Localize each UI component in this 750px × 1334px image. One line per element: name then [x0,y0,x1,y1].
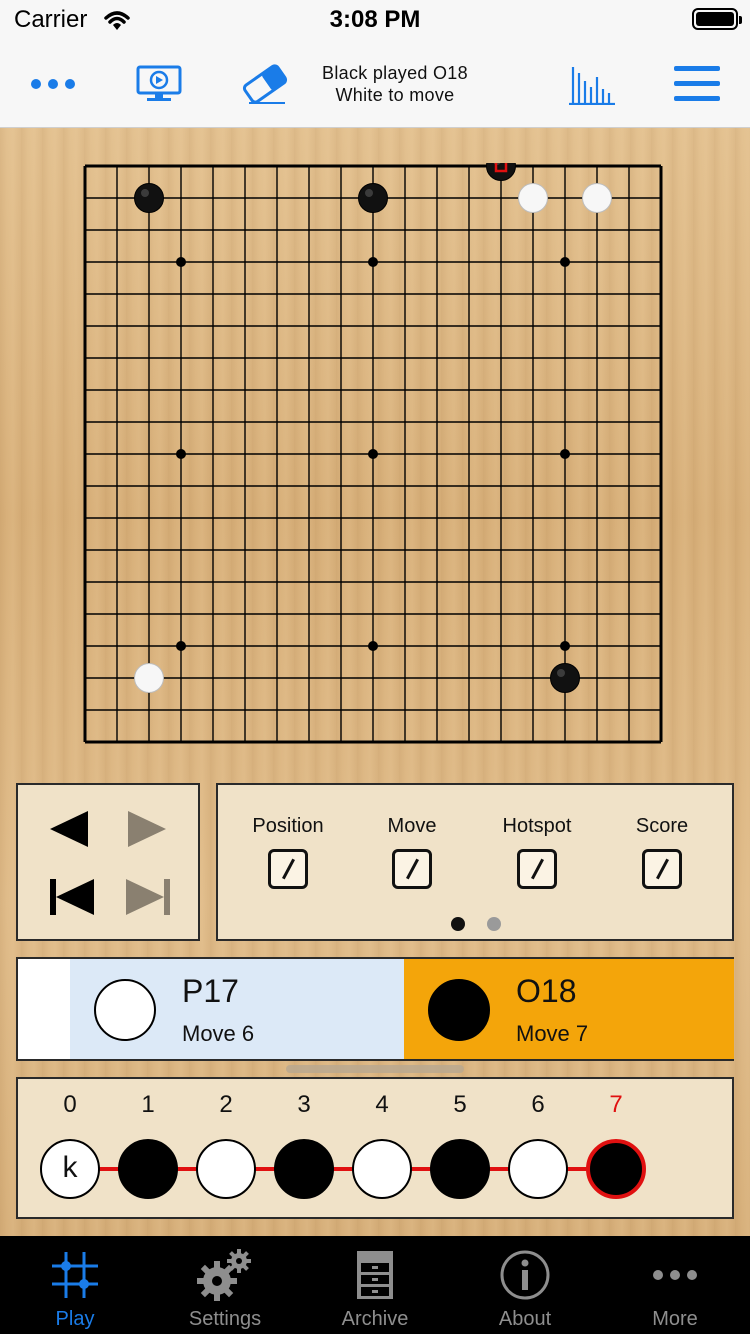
history-number-current: 7 [609,1091,623,1118]
history-black-stone[interactable] [118,1139,178,1199]
move-navigation-panel [16,783,200,941]
star-point [176,449,186,459]
history-black-stone[interactable] [430,1139,490,1199]
white-stone [582,183,612,213]
tab-about[interactable]: About [450,1236,600,1334]
hotspot-label: Hotspot [502,815,572,837]
white-stone-icon [94,979,156,1041]
white-stone [518,183,548,213]
battery-icon [692,8,742,30]
more-icon [31,79,75,89]
white-move-number: Move 6 [182,1021,255,1046]
history-number: 0 [63,1091,77,1118]
star-point [560,641,570,651]
star-point [368,641,378,651]
discard-move-button[interactable] [232,40,298,128]
menu-icon [674,66,720,101]
white-player-card[interactable]: P17 Move 6 [70,959,404,1059]
page-dot-active[interactable] [451,917,465,931]
black-stone [358,183,388,213]
tab-label: Settings [188,1308,262,1330]
history-number: 1 [141,1091,155,1118]
tab-label: Play [55,1308,95,1330]
edit-icon[interactable] [268,849,308,889]
position-label: Position [252,815,324,837]
edit-icon[interactable] [517,849,557,889]
history-number: 6 [531,1091,545,1118]
go-board[interactable] [82,163,664,745]
stone-highlight [141,189,149,197]
last-move-text: Black played O18 [322,63,468,83]
tab-settings[interactable]: Settings [150,1236,300,1334]
resize-handle[interactable] [286,1065,464,1073]
black-stone [550,663,580,693]
rewind-to-start-button[interactable] [48,877,98,917]
move-history-panel: 0 1 2 3 4 5 6 7 k [16,1077,734,1219]
history-white-stone[interactable] [196,1139,256,1199]
black-stone [134,183,164,213]
cabinet-icon [357,1251,393,1299]
history-number: 3 [297,1091,311,1118]
status-bar: Carrier 3:08 PM [0,0,750,40]
triangle-left-icon [50,811,88,847]
stone-highlight [557,669,565,677]
tab-more[interactable]: More [600,1236,750,1334]
more-actions-button[interactable] [20,40,86,128]
skip-forward-icon [126,879,170,915]
black-stone-icon [428,979,490,1041]
clock: 3:08 PM [329,6,421,33]
star-point [368,449,378,459]
history-start-node[interactable]: k [40,1139,100,1199]
star-point [560,257,570,267]
edit-icon[interactable] [642,849,682,889]
edit-icon[interactable] [392,849,432,889]
players-panel: P17 Move 6 O18 Move 7 [16,957,734,1061]
history-white-stone[interactable] [508,1139,568,1199]
menu-button[interactable] [668,40,726,128]
eraser-icon [242,64,288,104]
history-number: 5 [453,1091,467,1118]
black-player-card[interactable]: O18 Move 7 [404,959,734,1059]
page-dot[interactable] [487,917,501,931]
play-grid-icon [52,1252,98,1298]
tab-label: Archive [341,1308,409,1330]
tab-label: More [652,1308,698,1330]
game-status: Black played O18 White to move [290,62,500,106]
history-white-stone[interactable] [352,1139,412,1199]
history-number: 4 [375,1091,389,1118]
star-point [176,257,186,267]
more-icon [653,1270,697,1280]
stone-highlight [365,189,373,197]
tab-play[interactable]: Play [0,1236,150,1334]
computer-play-button[interactable] [128,40,190,128]
history-number: 2 [219,1091,233,1118]
score-label: Score [635,815,689,837]
move-label: Move [387,815,437,837]
star-point [176,641,186,651]
navigation-bar: Black played O18 White to move [0,40,750,128]
analysis-button[interactable] [562,40,622,128]
history-black-stone[interactable] [274,1139,334,1199]
chart-icon [569,67,615,105]
tab-label: About [498,1308,552,1330]
skip-back-icon [50,879,94,915]
white-stone [134,663,164,693]
forward-to-end-button[interactable] [122,877,172,917]
white-last-move: P17 [182,973,239,1009]
info-icon [500,1250,550,1300]
history-current-stone[interactable] [586,1139,646,1199]
screen-play-icon [136,65,182,101]
black-last-move: O18 [516,973,577,1009]
info-options-panel: Position Move Hotspot Score [216,783,734,941]
tab-archive[interactable]: Archive [300,1236,450,1334]
next-player-text: White to move [335,85,455,105]
black-move-number: Move 7 [516,1021,589,1046]
tab-bar: Play Settings Archive About More [0,1236,750,1334]
gears-icon [197,1249,251,1301]
star-point [368,257,378,267]
previous-move-button[interactable] [48,809,92,849]
next-move-button[interactable] [124,809,168,849]
star-point [560,449,570,459]
triangle-right-icon [128,811,166,847]
